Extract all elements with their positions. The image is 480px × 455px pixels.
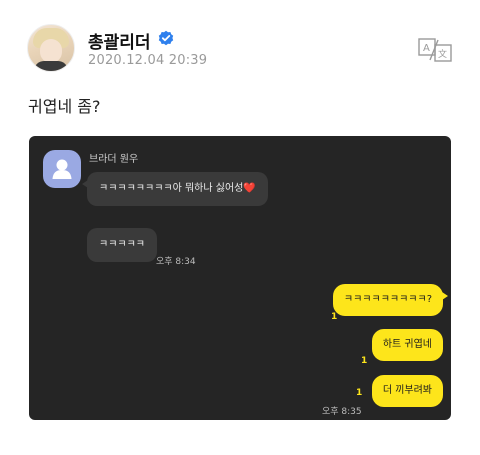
chat-message-text: 더 끼부려봐 bbox=[382, 385, 432, 396]
chat-bubble-outgoing: 하트 귀엽네 bbox=[371, 329, 443, 361]
chat-sender-name: 브라더 원우 bbox=[89, 154, 139, 165]
svg-text:文: 文 bbox=[438, 48, 447, 60]
post-timestamp: 2020.12.04 20:39 bbox=[88, 53, 208, 68]
read-count: 1 bbox=[356, 388, 363, 398]
post-header: 총괄리더 2020.12.04 20:39 A 文 bbox=[0, 0, 480, 80]
read-count: 1 bbox=[331, 312, 338, 322]
author-avatar[interactable] bbox=[27, 24, 75, 72]
author-name[interactable]: 총괄리더 bbox=[88, 28, 151, 53]
heart-emoji: ❤️ bbox=[243, 183, 256, 194]
chat-message-text: ㅋㅋㅋㅋㅋㅋㅋㅋㅋ? bbox=[343, 294, 432, 305]
chat-time-incoming: 오후 8:34 bbox=[156, 257, 196, 267]
chat-message-text: ㅋㅋㅋㅋㅋ bbox=[99, 239, 145, 250]
verified-badge-icon bbox=[158, 30, 174, 46]
translate-icon[interactable]: A 文 bbox=[418, 38, 452, 62]
default-profile-icon bbox=[52, 159, 72, 179]
chat-sender-avatar bbox=[43, 150, 81, 188]
chat-screenshot-image: 브라더 원우 ㅋㅋㅋㅋㅋㅋㅋㅋ아 뭐하나 싫어성❤️ ㅋㅋㅋㅋㅋ 오후 8:34… bbox=[29, 136, 451, 420]
avatar-shirt bbox=[34, 61, 68, 71]
avatar-face bbox=[40, 39, 62, 63]
read-count: 1 bbox=[361, 356, 368, 366]
chat-bubble-incoming: ㅋㅋㅋㅋㅋㅋㅋㅋ아 뭐하나 싫어성❤️ bbox=[82, 172, 268, 206]
chat-time-outgoing: 오후 8:35 bbox=[322, 407, 362, 417]
chat-message-text: ㅋㅋㅋㅋㅋㅋㅋㅋ아 뭐하나 싫어성 bbox=[99, 183, 244, 194]
svg-text:A: A bbox=[423, 43, 430, 54]
chat-message-text: 하트 귀엽네 bbox=[382, 339, 432, 350]
chat-bubble-outgoing: ㅋㅋㅋㅋㅋㅋㅋㅋㅋ? bbox=[332, 284, 449, 316]
post-text: 귀엽네 좀? bbox=[28, 97, 101, 116]
chat-bubble-incoming: ㅋㅋㅋㅋㅋ bbox=[87, 228, 157, 262]
chat-bubble-outgoing: 더 끼부려봐 bbox=[371, 375, 443, 407]
